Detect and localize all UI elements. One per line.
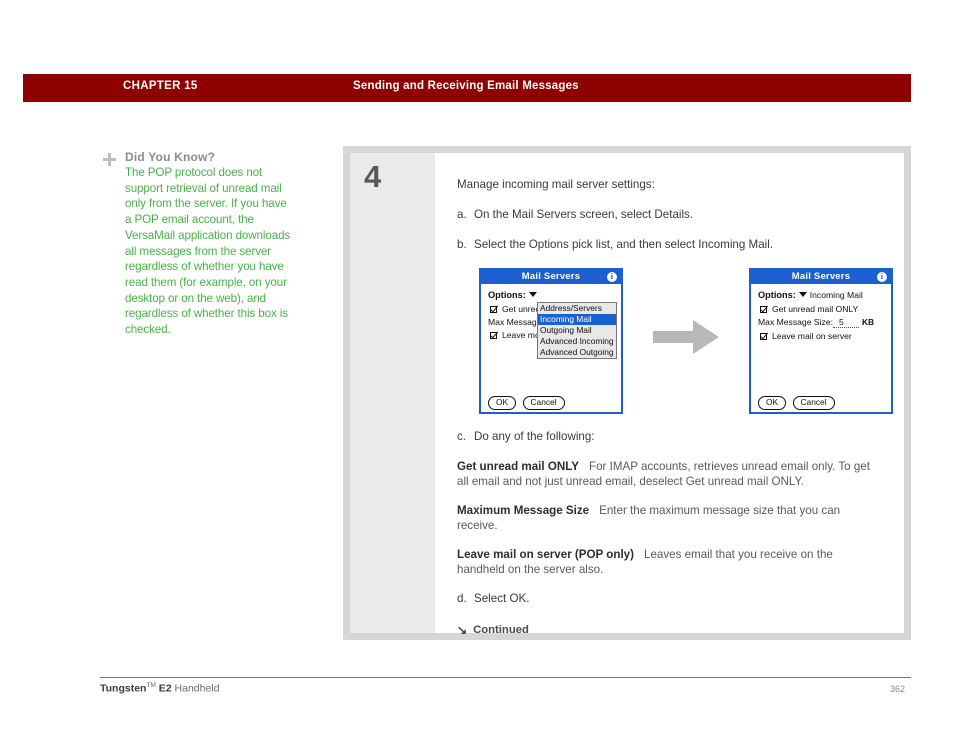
did-you-know-body: The POP protocol does not support retrie… — [125, 166, 291, 337]
footer-product: TungstenTM E2 Handheld — [100, 682, 220, 695]
chapter-title: Sending and Receiving Email Messages — [353, 80, 579, 92]
did-you-know-heading-label: Did You Know? — [125, 150, 216, 164]
sub-step-d-text: Select OK. — [474, 592, 530, 605]
pda-right-options-value: Incoming Mail — [809, 290, 863, 300]
pda-left-options-label: Options: — [488, 290, 526, 300]
continued-arrow-icon: ↘ — [456, 623, 468, 637]
continued-label: Continued — [473, 624, 529, 636]
pick-item-advanced-outgoing[interactable]: Advanced Outgoing — [538, 347, 616, 358]
ok-button[interactable]: OK — [488, 396, 517, 410]
sub-step-d-letter: d. — [457, 592, 467, 605]
chevron-down-icon[interactable] — [798, 292, 807, 298]
step-content: Manage incoming mail server settings: a.… — [435, 153, 904, 637]
sub-step-b: b. Select the Options pick list, and the… — [457, 238, 882, 251]
sub-step-c: c. Do any of the following: — [457, 430, 882, 443]
page-number: 362 — [890, 684, 906, 694]
chapter-header-band: CHAPTER 15 Sending and Receiving Email M… — [23, 74, 911, 102]
definition-maximum-message-size: Maximum Message Size Enter the maximum me… — [457, 504, 882, 533]
pda-left-options-row[interactable]: Options: — [488, 290, 614, 300]
pda-left-maxsize-label: Max Message — [488, 317, 542, 327]
pick-item-address-servers[interactable]: Address/Servers — [538, 303, 616, 314]
plus-icon — [103, 153, 116, 166]
arrow-head — [693, 320, 719, 354]
sub-step-b-text: Select the Options pick list, and then s… — [474, 238, 774, 251]
pick-item-incoming-mail[interactable]: Incoming Mail — [538, 314, 616, 325]
pda-right-body: Options: Incoming Mail Get unread mail ON… — [751, 284, 891, 412]
sub-step-c-text: Do any of the following: — [474, 430, 595, 443]
chapter-label: CHAPTER 15 — [123, 80, 198, 92]
pda-left-title-label: Mail Servers — [521, 271, 581, 282]
max-message-size-input[interactable]: 5 — [833, 317, 859, 328]
step-panel-inner: 4 Manage incoming mail server settings: … — [350, 153, 904, 637]
pda-left-body: Options: Get unrec Max Message Leave mc … — [481, 284, 621, 412]
step-number-column: 4 — [350, 153, 435, 633]
did-you-know-heading: Did You Know? — [100, 150, 300, 166]
pda-right-options-row[interactable]: Options: Incoming Mail — [758, 290, 884, 300]
pda-right-maxsize-row: Max Message Size: 5 KB — [758, 317, 884, 328]
pda-screenshot-before: Mail Servers i Options: Get unrec Max Me… — [479, 268, 623, 414]
sub-step-a: a. On the Mail Servers screen, select De… — [457, 208, 882, 221]
step-number: 4 — [364, 159, 382, 194]
cancel-button[interactable]: Cancel — [522, 396, 565, 410]
pda-left-titlebar: Mail Servers i — [481, 270, 621, 284]
pick-item-outgoing-mail[interactable]: Outgoing Mail — [538, 325, 616, 336]
options-pick-list[interactable]: Address/Servers Incoming Mail Outgoing M… — [537, 302, 617, 359]
sub-step-d: d. Select OK. — [457, 592, 882, 605]
footer-product-type: Handheld — [174, 682, 220, 695]
ok-button[interactable]: OK — [758, 396, 787, 410]
sub-step-b-letter: b. — [457, 238, 467, 251]
definition-term-leave-mail-on-server: Leave mail on server (POP only) — [457, 548, 634, 561]
arrow-shaft — [653, 331, 697, 343]
did-you-know-sidebar: Did You Know? The POP protocol does not … — [100, 150, 300, 338]
definition-term-get-unread-mail: Get unread mail ONLY — [457, 460, 579, 473]
step-panel: 4 Manage incoming mail server settings: … — [343, 146, 911, 640]
checkbox-checked-icon[interactable] — [760, 332, 767, 340]
continued-marker: ↘ Continued — [457, 623, 882, 637]
sub-step-a-letter: a. — [457, 208, 467, 221]
definition-leave-mail-on-server: Leave mail on server (POP only) Leaves em… — [457, 548, 882, 577]
checkbox-checked-icon[interactable] — [490, 305, 497, 313]
page-root: CHAPTER 15 Sending and Receiving Email M… — [0, 0, 954, 738]
sub-step-a-text: On the Mail Servers screen, select Detai… — [474, 208, 694, 221]
definition-term-maximum-message-size: Maximum Message Size — [457, 504, 590, 517]
pick-item-advanced-incoming[interactable]: Advanced Incoming — [538, 336, 616, 347]
footer-product-model: E2 — [158, 682, 172, 695]
pda-right-buttons: OK Cancel — [758, 396, 839, 410]
info-icon: i — [607, 272, 617, 282]
pda-right-titlebar: Mail Servers i — [751, 270, 891, 284]
step-lead-text: Manage incoming mail server settings: — [457, 178, 655, 191]
checkbox-checked-icon[interactable] — [490, 331, 497, 339]
chevron-down-icon[interactable] — [528, 292, 537, 298]
pda-left-buttons: OK Cancel — [488, 396, 569, 410]
pda-right-unread-checkbox-row[interactable]: Get unread mail ONLY — [760, 304, 884, 314]
pda-right-leave-label: Leave mail on server — [772, 331, 852, 341]
max-message-size-unit: KB — [862, 317, 875, 327]
info-icon: i — [877, 272, 887, 282]
cancel-button[interactable]: Cancel — [792, 396, 835, 410]
pda-screenshot-after: Mail Servers i Options: Incoming Mail Get… — [749, 268, 893, 414]
pda-left-leave-label: Leave mc — [502, 330, 540, 340]
pda-right-options-label: Options: — [758, 290, 796, 300]
pda-screenshot-row: Mail Servers i Options: Get unrec Max Me… — [457, 268, 893, 420]
pda-right-maxsize-label: Max Message Size: — [758, 317, 833, 327]
flow-arrow-icon — [653, 316, 727, 358]
pda-left-unread-label: Get unrec — [502, 304, 540, 314]
footer-product-name: Tungsten — [100, 682, 147, 695]
footer-divider — [100, 677, 911, 678]
pda-right-title-label: Mail Servers — [791, 271, 851, 282]
pda-right-unread-label: Get unread mail ONLY — [772, 304, 859, 314]
trademark-icon: TM — [146, 682, 156, 689]
definition-get-unread-mail: Get unread mail ONLY For IMAP accounts, r… — [457, 460, 882, 489]
sub-step-c-letter: c. — [457, 430, 467, 443]
pda-right-leave-checkbox-row[interactable]: Leave mail on server — [760, 331, 884, 341]
checkbox-checked-icon[interactable] — [760, 305, 767, 313]
